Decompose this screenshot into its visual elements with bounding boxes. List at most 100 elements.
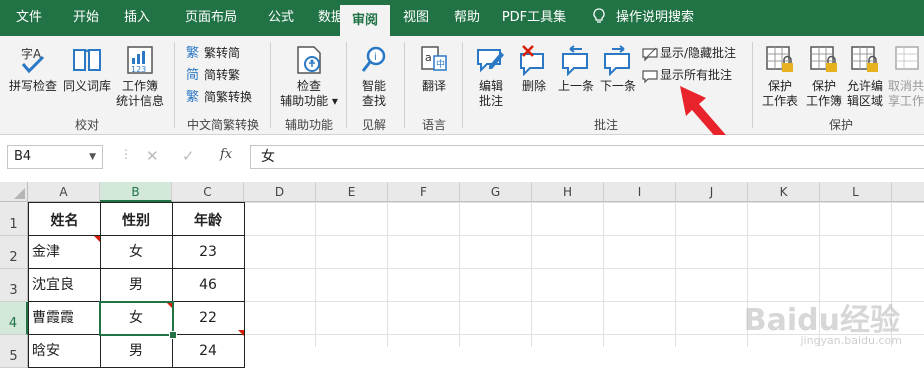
- group-separator: [462, 42, 463, 128]
- smart-lookup-label-2: 查找: [361, 94, 386, 108]
- simp-trad-convert-button[interactable]: 繁简繁转换: [186, 88, 252, 106]
- simp-trad-convert-label: 简繁转换: [204, 90, 253, 104]
- formula-content: 女: [261, 149, 275, 165]
- fill-handle[interactable]: [169, 331, 177, 339]
- allow-edit-ranges-icon: [851, 46, 878, 72]
- unshare-workbook-icon: [895, 46, 919, 70]
- tab-file[interactable]: 文件: [6, 0, 52, 36]
- cell-c1[interactable]: 年龄: [172, 202, 245, 236]
- svg-text:中: 中: [436, 58, 445, 70]
- cell-a2[interactable]: 金津: [28, 236, 101, 269]
- group-label-proofing: 校对: [74, 118, 99, 132]
- trad-to-simp-button[interactable]: 繁繁转简: [186, 44, 240, 62]
- tab-pdf-tools[interactable]: PDF工具集: [498, 0, 570, 36]
- tab-insert[interactable]: 插入: [114, 0, 160, 36]
- cell-b5[interactable]: 男: [100, 335, 173, 368]
- cell-b4-text: 女: [129, 310, 143, 326]
- column-header-h[interactable]: H: [532, 182, 604, 202]
- tab-view[interactable]: 视图: [394, 0, 438, 36]
- edit-comment-label-2: 批注: [478, 94, 503, 108]
- group-separator: [752, 42, 753, 128]
- tab-help[interactable]: 帮助: [444, 0, 490, 36]
- delete-comment-button[interactable]: 删除: [514, 44, 554, 94]
- tab-home[interactable]: 开始: [62, 0, 110, 36]
- cell-a5[interactable]: 晗安: [28, 335, 101, 368]
- column-header-i[interactable]: I: [604, 182, 676, 202]
- group-label-protect: 保护: [828, 118, 853, 132]
- column-header-f[interactable]: F: [388, 182, 460, 202]
- column-header-j[interactable]: J: [676, 182, 748, 202]
- enter-icon[interactable]: ✓: [182, 147, 195, 165]
- stats-icon: 123: [127, 46, 153, 74]
- comment-indicator-icon: [238, 330, 244, 336]
- cell-b3[interactable]: 男: [100, 269, 173, 302]
- thesaurus-button[interactable]: 同义词库: [60, 44, 114, 94]
- translate-button[interactable]: a 中 翻译: [412, 44, 456, 94]
- smart-lookup-button[interactable]: i 智能 查找: [352, 44, 396, 109]
- column-header-e[interactable]: E: [316, 182, 388, 202]
- allow-edit-ranges-button[interactable]: 允许编 辑区域: [844, 44, 886, 109]
- edit-comment-label-1: 编辑: [478, 79, 503, 93]
- column-header-g[interactable]: G: [460, 182, 532, 202]
- group-separator: [174, 42, 175, 128]
- watermark-url: jingyan.baidu.com: [800, 334, 902, 347]
- chevron-down-icon[interactable]: ▼: [89, 146, 96, 168]
- workbook-stats-label-2: 统计信息: [115, 94, 164, 108]
- simp-to-trad-label: 简转繁: [204, 68, 241, 82]
- column-header-k[interactable]: K: [748, 182, 820, 202]
- formula-input[interactable]: 女: [250, 145, 924, 169]
- unshare-workbook-button[interactable]: 取消共 享工作: [888, 44, 924, 109]
- protect-sheet-button[interactable]: 保护 工作表: [758, 44, 802, 109]
- protect-workbook-button[interactable]: 保护 工作簿: [802, 44, 846, 109]
- formula-bar: B4 ▼ ⋮ ✕ ✓ fx 女: [0, 135, 924, 182]
- cell-b4[interactable]: 女: [100, 302, 173, 335]
- column-header-c[interactable]: C: [172, 182, 244, 202]
- protect-workbook-icon: [810, 46, 837, 72]
- name-box[interactable]: B4 ▼: [7, 145, 103, 169]
- cell-c5[interactable]: 24: [172, 335, 245, 368]
- cancel-icon[interactable]: ✕: [146, 147, 159, 165]
- row-header-5[interactable]: 5: [0, 335, 28, 368]
- cell-b1[interactable]: 性别: [100, 202, 173, 236]
- show-hide-comment-button[interactable]: 显示/隐藏批注: [642, 44, 736, 62]
- simp-to-trad-button[interactable]: 简简转繁: [186, 66, 240, 84]
- cell-a1[interactable]: 姓名: [28, 202, 101, 236]
- column-header-a[interactable]: A: [28, 182, 100, 202]
- tab-review[interactable]: 审阅: [340, 5, 390, 36]
- svg-text:123: 123: [131, 65, 146, 74]
- translate-label: 翻译: [421, 79, 446, 93]
- previous-comment-button[interactable]: 上一条: [554, 44, 598, 94]
- group-label-insights: 见解: [361, 118, 386, 132]
- tab-formulas[interactable]: 公式: [258, 0, 304, 36]
- cell-c2[interactable]: 23: [172, 236, 245, 269]
- cell-b2[interactable]: 女: [100, 236, 173, 269]
- select-all-corner[interactable]: [0, 182, 28, 202]
- row-header-3[interactable]: 3: [0, 269, 28, 302]
- next-comment-button[interactable]: 下一条: [596, 44, 640, 94]
- unshare-workbook-label-1: 取消共: [888, 79, 924, 93]
- cell-c4[interactable]: 22: [172, 302, 245, 335]
- workbook-stats-button[interactable]: 123 工作簿 统计信息: [114, 44, 166, 109]
- edit-comment-button[interactable]: 编辑 批注: [470, 44, 512, 109]
- next-comment-icon: [604, 45, 630, 76]
- cell-c3[interactable]: 46: [172, 269, 245, 302]
- row-header-2[interactable]: 2: [0, 236, 28, 269]
- drag-handle-icon[interactable]: ⋮: [120, 147, 132, 161]
- tab-page-layout[interactable]: 页面布局: [168, 0, 254, 36]
- select-all-triangle-icon: [14, 188, 25, 199]
- protect-sheet-label-1: 保护: [767, 79, 792, 93]
- check-accessibility-button[interactable]: 检查 辅助功能 ▾: [276, 44, 342, 109]
- insert-function-icon[interactable]: fx: [220, 147, 232, 162]
- column-header-l[interactable]: L: [820, 182, 892, 202]
- tell-me-search[interactable]: 操作说明搜索: [592, 0, 694, 36]
- column-header-b[interactable]: B: [100, 182, 172, 202]
- cell-a3[interactable]: 沈宜良: [28, 269, 101, 302]
- spell-check-button[interactable]: 字A 拼写检查: [8, 44, 58, 94]
- name-box-value: B4: [14, 149, 32, 164]
- book-icon: [73, 49, 101, 71]
- row-header-4[interactable]: 4: [0, 302, 28, 335]
- cell-a4[interactable]: 曹霞霞: [28, 302, 101, 335]
- row-header-1[interactable]: 1: [0, 202, 28, 236]
- column-header-d[interactable]: D: [244, 182, 316, 202]
- accessibility-icon: [297, 46, 321, 74]
